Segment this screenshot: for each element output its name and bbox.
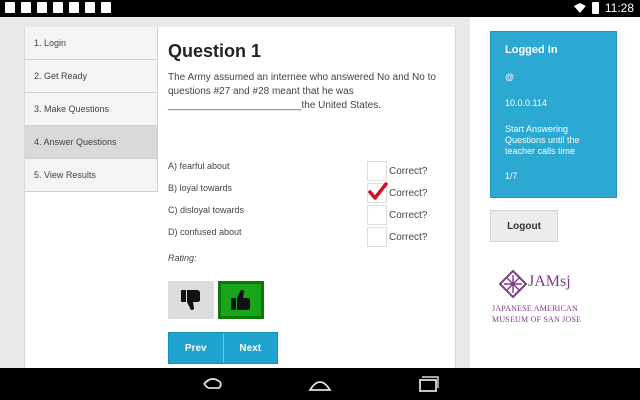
download-icon — [21, 2, 31, 13]
thumbs-up-icon — [231, 290, 250, 310]
jams-emblem-icon — [498, 269, 528, 299]
battery-icon — [591, 2, 599, 14]
step-get-ready[interactable]: 2. Get Ready — [25, 60, 157, 93]
step-answer-questions[interactable]: 4. Answer Questions — [25, 126, 157, 159]
answer-d-correct-label: Correct? — [389, 232, 428, 243]
login-user: @ — [505, 72, 515, 82]
home-icon[interactable] — [308, 376, 332, 392]
login-status-box: Logged In @ 10.0.0.114 Start Answering Q… — [490, 31, 617, 198]
answer-d-checkbox[interactable] — [367, 227, 387, 247]
status-bar: 11:28 — [0, 0, 640, 17]
answer-a-correct-label: Correct? — [389, 166, 428, 177]
answer-c-correct-label: Correct? — [389, 210, 428, 221]
logo-line-2: MUSEUM OF SAN JOSE — [492, 315, 582, 324]
answer-b-correct-label: Correct? — [389, 188, 428, 199]
step-login[interactable]: 1. Login — [25, 27, 157, 60]
step-make-questions[interactable]: 3. Make Questions — [25, 93, 157, 126]
steps-nav: 1. Login 2. Get Ready 3. Make Questions … — [25, 27, 158, 192]
login-ip: 10.0.0.114 — [505, 98, 547, 108]
login-title: Logged In — [505, 44, 558, 56]
download-icon — [37, 2, 47, 13]
answer-d-label: D) confused about — [168, 227, 242, 237]
answer-c-checkbox[interactable] — [367, 205, 387, 225]
thumbs-up-button[interactable] — [218, 281, 264, 319]
question-nav-buttons: Prev Next — [168, 332, 278, 364]
notification-icons — [5, 2, 111, 13]
main-card: 1. Login 2. Get Ready 3. Make Questions … — [24, 27, 456, 368]
recent-apps-icon[interactable] — [416, 376, 440, 392]
prev-button[interactable]: Prev — [169, 333, 223, 363]
rating-label: Rating: — [168, 253, 197, 263]
logo-line-1: JAPANESE AMERICAN — [492, 304, 579, 313]
answer-a-checkbox[interactable] — [367, 161, 387, 181]
check-icon — [85, 2, 95, 13]
login-message: Start Answering Questions until the teac… — [505, 124, 580, 156]
media-icon — [69, 2, 79, 13]
image-icon — [5, 2, 15, 13]
thumbs-down-button[interactable] — [168, 281, 214, 319]
gmail-icon — [53, 2, 63, 13]
logo-text: JAPANESE AMERICAN MUSEUM OF SAN JOSE — [492, 303, 581, 325]
play-store-icon — [101, 2, 111, 13]
answer-a-label: A) fearful about — [168, 161, 230, 171]
question-title: Question 1 — [168, 41, 262, 61]
logo-mark: JAMsj — [528, 273, 571, 290]
jams-logo: JAMsj JAPANESE AMERICAN MUSEUM OF SAN JO… — [492, 269, 612, 329]
thumbs-down-icon — [181, 290, 200, 310]
answer-b-checkbox[interactable] — [367, 182, 388, 203]
question-progress: 1/7 — [505, 171, 518, 181]
answer-b-label: B) loyal towards — [168, 183, 233, 193]
question-text: The Army assumed an internee who answere… — [168, 72, 436, 111]
clock: 11:28 — [604, 1, 634, 15]
answer-c-label: C) disloyal towards — [168, 205, 245, 215]
wifi-icon — [573, 3, 586, 13]
checkmark-icon — [368, 182, 388, 200]
next-button[interactable]: Next — [224, 333, 278, 363]
side-card: Logged In @ 10.0.0.114 Start Answering Q… — [470, 17, 640, 368]
logout-button[interactable]: Logout — [490, 210, 558, 242]
back-icon[interactable] — [200, 376, 224, 392]
nav-bar — [0, 368, 640, 400]
step-view-results[interactable]: 5. View Results — [25, 159, 157, 192]
